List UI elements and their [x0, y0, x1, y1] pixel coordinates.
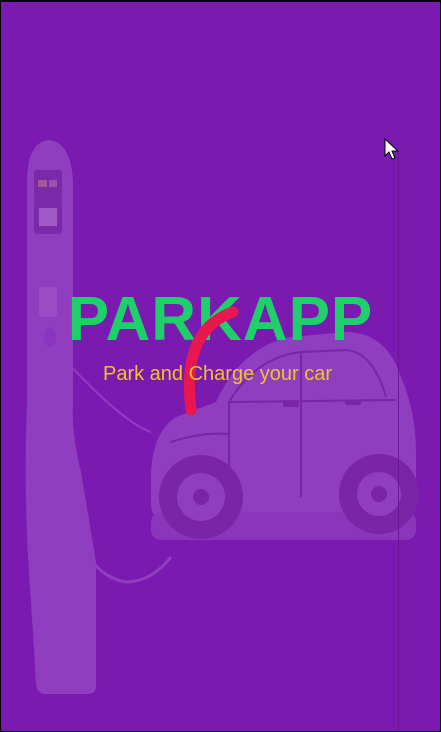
splash-screen: PARKAPP Park and Charge your car	[1, 2, 440, 731]
divider-line	[398, 152, 399, 731]
loading-spinner-icon	[183, 306, 239, 416]
mouse-cursor-icon	[384, 138, 400, 160]
app-tagline: Park and Charge your car	[102, 363, 332, 385]
